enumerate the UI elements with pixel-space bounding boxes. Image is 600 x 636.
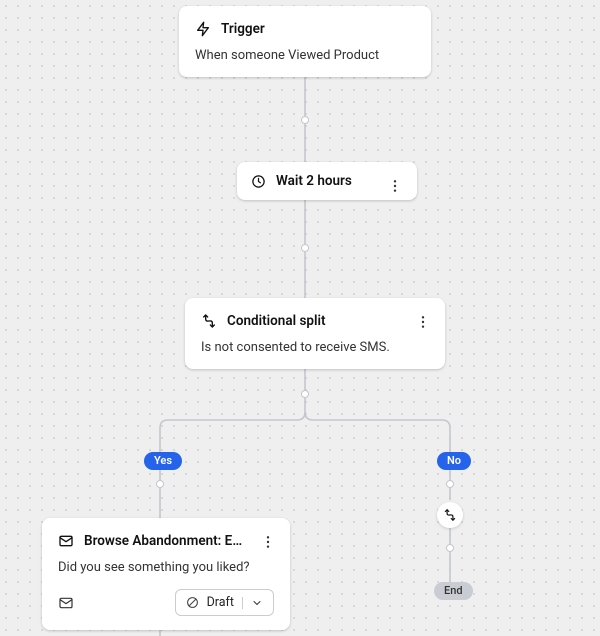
email-node[interactable]: Browse Abandonment: Email… Did you see s… bbox=[42, 518, 290, 630]
connector-dot bbox=[301, 244, 309, 252]
chevron-down-icon bbox=[242, 597, 263, 609]
wait-menu-button[interactable] bbox=[383, 174, 407, 198]
wait-title: Wait 2 hours bbox=[276, 173, 352, 189]
lightning-icon bbox=[195, 21, 211, 37]
split-icon bbox=[443, 508, 457, 522]
connector-dot bbox=[446, 544, 454, 552]
email-menu-button[interactable] bbox=[256, 530, 280, 554]
status-select[interactable]: Draft bbox=[175, 589, 274, 616]
status-label: Draft bbox=[207, 595, 234, 610]
trigger-title: Trigger bbox=[221, 21, 265, 37]
connector-dot bbox=[156, 480, 164, 488]
conditional-split-node[interactable]: Conditional split Is not consented to re… bbox=[185, 298, 445, 369]
mail-outline-icon bbox=[58, 595, 74, 611]
flow-canvas: Trigger When someone Viewed Product Wait… bbox=[0, 0, 600, 636]
branch-pill-yes: Yes bbox=[144, 452, 182, 470]
junction-node[interactable] bbox=[437, 502, 463, 528]
split-menu-button[interactable] bbox=[411, 310, 435, 334]
clock-icon bbox=[251, 174, 266, 189]
email-subtitle: Did you see something you liked? bbox=[58, 560, 274, 575]
wait-node[interactable]: Wait 2 hours bbox=[237, 162, 417, 200]
split-title: Conditional split bbox=[227, 313, 326, 329]
split-subtitle: Is not consented to receive SMS. bbox=[201, 340, 429, 355]
mail-icon bbox=[58, 533, 74, 549]
connector-dot bbox=[446, 480, 454, 488]
trigger-subtitle: When someone Viewed Product bbox=[195, 48, 415, 63]
draft-status-icon bbox=[186, 596, 199, 609]
end-pill: End bbox=[434, 582, 473, 600]
branch-pill-no: No bbox=[437, 452, 471, 470]
connector-dot bbox=[301, 390, 309, 398]
email-title: Browse Abandonment: Email… bbox=[84, 533, 248, 549]
connector-dot bbox=[301, 116, 309, 124]
split-icon bbox=[201, 313, 217, 329]
trigger-node[interactable]: Trigger When someone Viewed Product bbox=[179, 6, 431, 77]
